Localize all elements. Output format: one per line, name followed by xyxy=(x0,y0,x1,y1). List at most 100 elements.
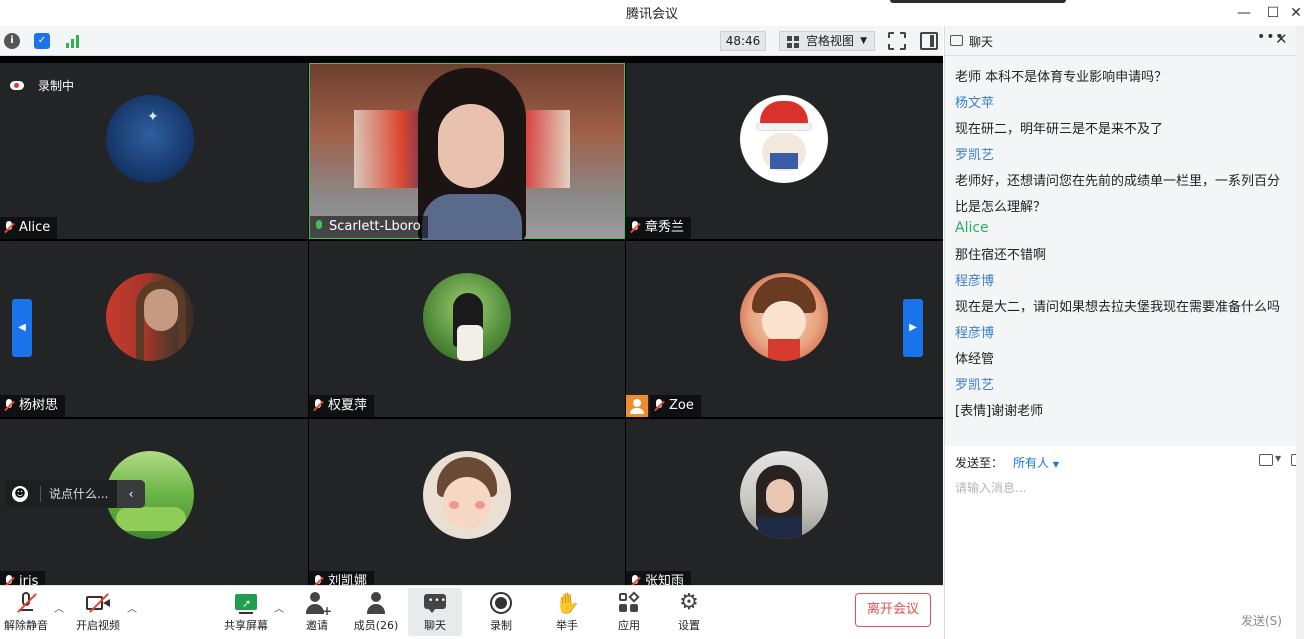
mic-muted-icon xyxy=(313,575,323,585)
participant-nametag: Zoe xyxy=(650,395,701,417)
prev-page-button[interactable]: ◀ xyxy=(12,299,32,357)
maximize-button[interactable]: ☐ xyxy=(1259,2,1287,24)
title-bar: 腾讯会议 — ☐ ✕ xyxy=(0,0,1304,26)
video-tile-zhangxiulan[interactable]: 章秀兰 xyxy=(626,63,943,239)
avatar: ✦ xyxy=(106,95,194,183)
side-scroll-strip[interactable] xyxy=(1296,26,1304,639)
send-to-select[interactable]: 所有人 ▼ xyxy=(1013,454,1059,471)
view-mode-label: 宫格视图 xyxy=(806,34,855,48)
chat-header: 聊天 ••• ✕ xyxy=(945,26,1304,56)
video-tile-zhangzhiyu[interactable]: 张知雨 xyxy=(626,419,943,585)
cloud-record-icon xyxy=(10,81,24,90)
chevron-up-icon[interactable]: ︿ xyxy=(274,600,284,615)
video-tile-zoe[interactable]: Zoe xyxy=(626,241,943,417)
share-screen-icon: ➚ xyxy=(234,591,258,615)
mic-muted-icon xyxy=(630,575,640,585)
video-tile-yangshusi[interactable]: 杨树思 xyxy=(0,241,308,417)
avatar xyxy=(423,273,511,361)
settings-button[interactable]: ⚙ 设置 xyxy=(668,588,710,636)
shield-icon[interactable]: ✓ xyxy=(34,33,50,49)
hand-icon: ✋ xyxy=(555,591,580,615)
start-video-button[interactable]: 开启视频 xyxy=(74,588,122,636)
avatar xyxy=(106,273,194,361)
divider xyxy=(40,486,41,502)
chat-message: [表情]谢谢老师 xyxy=(955,404,1044,419)
view-mode-button[interactable]: 宫格视图 ▼ xyxy=(779,31,875,51)
speaker-face xyxy=(438,104,504,188)
mic-muted-icon xyxy=(4,575,14,585)
settings-label: 设置 xyxy=(678,619,700,632)
folder-icon[interactable] xyxy=(1259,454,1273,466)
minimize-button[interactable]: — xyxy=(1230,2,1258,24)
emoji-icon[interactable]: ☻ xyxy=(12,486,28,502)
say-something-bar[interactable]: ☻ 说点什么... ‹ xyxy=(5,480,145,508)
chat-sender[interactable]: 罗凯艺 xyxy=(955,144,994,163)
participant-nametag: iris xyxy=(0,571,46,585)
chat-sender[interactable]: 罗凯艺 xyxy=(955,374,994,393)
unmute-button[interactable]: 解除静音 xyxy=(2,588,50,636)
speaker-sweater xyxy=(422,194,522,240)
chat-message: 现在研二，明年研三是不是来不及了 xyxy=(955,122,1164,137)
chat-sender[interactable]: 杨文苹 xyxy=(955,92,994,111)
chat-message: 老师好，还想请问您在先前的成绩单一栏里，一系列百分 xyxy=(955,174,1281,189)
say-something-placeholder[interactable]: 说点什么... xyxy=(49,480,108,508)
apps-icon xyxy=(617,591,641,615)
chevron-down-icon: ▼ xyxy=(860,36,867,46)
participant-nametag: Alice xyxy=(0,217,58,239)
chat-message-list[interactable]: 老师 本科不是体育专业影响申请吗？ 杨文苹 现在研二，明年研三是不是来不及了 罗… xyxy=(945,56,1304,446)
collapse-chevron-icon[interactable]: ‹ xyxy=(117,480,145,508)
participant-nametag: 张知雨 xyxy=(626,571,692,585)
mic-muted-icon xyxy=(4,399,14,413)
video-tile-scarlett[interactable]: Scarlett-Lboro xyxy=(309,63,625,240)
add-user-icon: + xyxy=(305,591,332,618)
invite-button[interactable]: + 邀请 xyxy=(296,588,338,636)
video-tile-liukaina[interactable]: 刘凯娜 xyxy=(309,419,625,585)
chat-panel: 聊天 ••• ✕ 老师 本科不是体育专业影响申请吗？ 杨文苹 现在研二，明年研三… xyxy=(944,26,1304,639)
chat-message: 老师 本科不是体育专业影响申请吗？ xyxy=(955,70,1168,85)
members-button[interactable]: 成员(26) xyxy=(352,588,400,636)
participant-nametag: Scarlett-Lboro xyxy=(310,216,428,238)
chevron-down-icon[interactable]: ▼ xyxy=(1275,454,1281,463)
chat-sender[interactable]: 程彦博 xyxy=(955,322,994,341)
info-icon[interactable]: i xyxy=(4,33,20,49)
chat-message: 比是怎么理解？ xyxy=(955,200,1047,215)
participant-name: Zoe xyxy=(669,398,694,413)
participant-name: 权夏萍 xyxy=(328,398,368,413)
meeting-timer: 48:46 xyxy=(720,31,766,51)
record-label: 录制 xyxy=(490,619,512,632)
chat-sender[interactable]: 程彦博 xyxy=(955,270,994,289)
grid-icon xyxy=(787,36,799,48)
chat-sender[interactable]: Alice xyxy=(955,220,989,236)
record-button[interactable]: 录制 xyxy=(480,588,522,636)
chat-button[interactable]: ••• 聊天 xyxy=(408,588,462,636)
message-input[interactable] xyxy=(955,478,1255,498)
send-button[interactable]: 发送(S) xyxy=(1241,612,1282,629)
members-icon xyxy=(364,591,388,615)
avatar xyxy=(740,95,828,183)
mic-muted-icon xyxy=(313,399,323,413)
sidebar-toggle-icon[interactable] xyxy=(920,32,938,50)
chevron-up-icon[interactable]: ︿ xyxy=(127,600,137,615)
chat-icon xyxy=(950,35,963,46)
video-tile-quanxiaping[interactable]: 权夏萍 xyxy=(309,241,625,417)
mic-muted-icon xyxy=(14,591,38,615)
close-icon[interactable]: ✕ xyxy=(1275,30,1288,48)
leave-meeting-button[interactable]: 离开会议 xyxy=(855,593,931,627)
video-tile-alice[interactable]: 录制中 ✦ Alice xyxy=(0,63,308,239)
close-button[interactable]: ✕ xyxy=(1288,2,1304,24)
fullscreen-icon[interactable] xyxy=(888,32,906,50)
apps-button[interactable]: 应用 xyxy=(608,588,650,636)
mic-muted-icon xyxy=(630,221,640,235)
chat-bubble-icon: ••• xyxy=(423,591,447,615)
record-icon xyxy=(489,591,513,615)
chevron-up-icon[interactable]: ︿ xyxy=(54,600,64,615)
raise-hand-button[interactable]: ✋ 举手 xyxy=(546,588,588,636)
next-page-button[interactable]: ▶ xyxy=(903,299,923,357)
participant-nametag: 权夏萍 xyxy=(309,395,375,417)
gear-icon: ⚙ xyxy=(679,590,699,615)
share-screen-label: 共享屏幕 xyxy=(224,619,268,632)
share-screen-button[interactable]: ➚ 共享屏幕 xyxy=(222,588,270,636)
signal-icon[interactable] xyxy=(66,34,82,48)
chat-title: 聊天 xyxy=(969,35,994,49)
participant-name: Scarlett-Lboro xyxy=(329,219,421,234)
